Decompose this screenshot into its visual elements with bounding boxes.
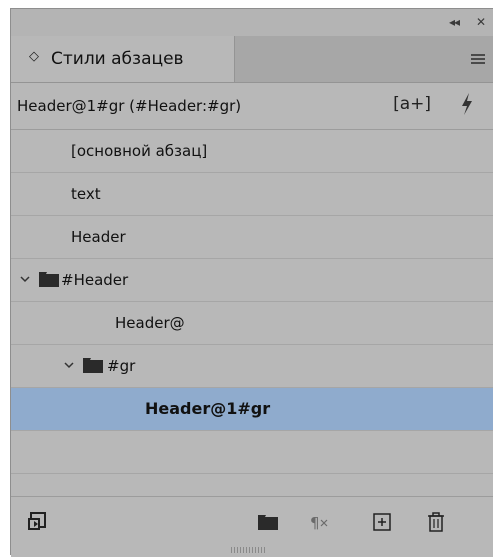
panel-tab-strip: ◇ Стили абзацев bbox=[11, 36, 493, 83]
style-name: Header bbox=[71, 228, 126, 246]
folder-icon bbox=[39, 272, 59, 287]
panel-bottom-toolbar: ¶ bbox=[11, 496, 493, 557]
load-styles-icon[interactable] bbox=[27, 511, 49, 533]
tab-label: Стили абзацев bbox=[51, 49, 184, 69]
new-group-folder-icon[interactable] bbox=[257, 511, 279, 533]
svg-text:¶: ¶ bbox=[310, 514, 320, 532]
double-chevron-left-icon[interactable]: ◂◂ bbox=[449, 15, 460, 29]
hamburger-menu-icon[interactable] bbox=[471, 54, 485, 64]
list-item-group-gr[interactable]: #gr bbox=[11, 345, 493, 388]
tab-paragraph-styles[interactable]: ◇ Стили абзацев bbox=[11, 36, 235, 82]
style-name: text bbox=[71, 185, 101, 203]
list-item-header-at[interactable]: Header@ bbox=[11, 302, 493, 345]
list-item-group-header[interactable]: #Header bbox=[11, 259, 493, 302]
list-item-text[interactable]: text bbox=[11, 173, 493, 216]
new-style-icon[interactable] bbox=[371, 511, 393, 533]
list-item-header[interactable]: Header bbox=[11, 216, 493, 259]
styles-list: [основной абзац] text Header #Header Hea… bbox=[11, 130, 493, 474]
list-item-selected-style[interactable]: Header@1#gr bbox=[11, 388, 493, 431]
style-name: Header@ bbox=[115, 314, 185, 332]
resize-grip[interactable] bbox=[231, 547, 267, 553]
chevron-down-icon[interactable] bbox=[19, 273, 31, 285]
tab-arrows-icon: ◇ bbox=[29, 49, 39, 64]
folder-icon bbox=[83, 358, 103, 373]
new-style-from-selection-icon[interactable]: [a+] bbox=[393, 94, 431, 114]
paragraph-styles-panel: ◂◂ ✕ ◇ Стили абзацев Header@1#gr (#Heade… bbox=[10, 8, 493, 557]
panel-title-bar: ◂◂ ✕ bbox=[11, 9, 493, 36]
lightning-bolt-icon[interactable] bbox=[459, 92, 475, 116]
trash-icon[interactable] bbox=[425, 511, 447, 533]
group-name: #Header bbox=[61, 271, 129, 289]
group-name: #gr bbox=[107, 357, 136, 375]
style-name: [основной абзац] bbox=[71, 142, 208, 160]
list-empty-space bbox=[11, 431, 493, 474]
chevron-down-icon[interactable] bbox=[63, 359, 75, 371]
clear-overrides-icon[interactable]: ¶ bbox=[309, 511, 331, 533]
current-style-label: Header@1#gr (#Header:#gr) bbox=[17, 97, 242, 115]
style-name: Header@1#gr bbox=[145, 399, 271, 418]
close-icon[interactable]: ✕ bbox=[476, 15, 486, 29]
current-style-bar: Header@1#gr (#Header:#gr) [a+] bbox=[11, 83, 493, 130]
list-item-basic-paragraph[interactable]: [основной абзац] bbox=[11, 130, 493, 173]
